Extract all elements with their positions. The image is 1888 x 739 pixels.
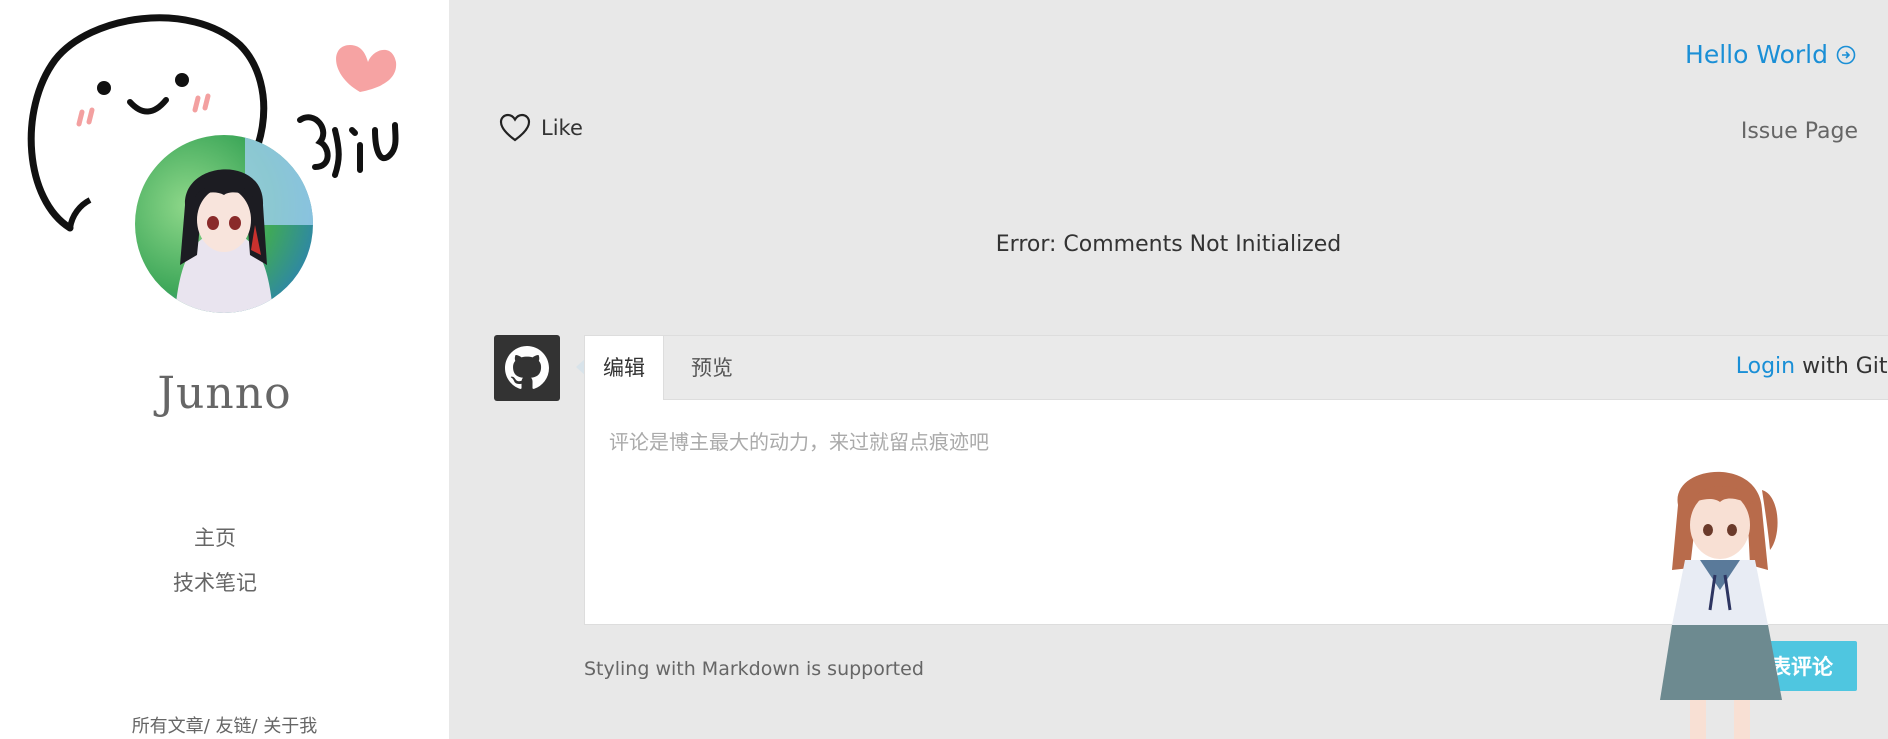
nav-item-home[interactable]: 主页	[0, 522, 430, 552]
heart-icon	[499, 113, 531, 142]
footer-link-friends[interactable]: 友链	[216, 716, 252, 737]
github-icon	[505, 346, 549, 389]
editor-header: 编辑 预览 Login with GitHub	[585, 336, 1888, 400]
login-suffix: with GitHub	[1802, 354, 1888, 379]
avatar-image	[135, 135, 313, 313]
tab-preview[interactable]: 预览	[673, 336, 751, 400]
next-post-label: Hello World	[1685, 40, 1828, 69]
site-title[interactable]: Junno	[0, 368, 449, 419]
footer-separator: /	[251, 716, 258, 737]
login-link[interactable]: Login	[1736, 354, 1795, 379]
footer-link-about[interactable]: 关于我	[263, 716, 317, 737]
arrow-circle-right-icon	[1836, 45, 1856, 64]
footer-links: 所有文章/ 友链/ 关于我	[0, 712, 449, 738]
footer-link-all-posts[interactable]: 所有文章	[132, 716, 204, 737]
sidebar: Junno 主页 技术笔记 所有文章/ 友链/ 关于我	[0, 0, 449, 739]
github-avatar	[494, 335, 560, 401]
like-button[interactable]: Like	[499, 113, 583, 143]
next-post-link[interactable]: Hello World	[1685, 40, 1856, 69]
like-label: Like	[541, 116, 583, 140]
avatar	[135, 135, 313, 313]
comments-error-message: Error: Comments Not Initialized	[995, 232, 1342, 257]
footer-separator: /	[203, 716, 210, 737]
tab-edit[interactable]: 编辑	[585, 336, 664, 400]
login-with-github: Login with GitHub	[1736, 354, 1888, 379]
mascot-character[interactable]	[1650, 450, 1790, 739]
issue-page-link[interactable]: Issue Page	[1741, 119, 1858, 144]
markdown-support-note: Styling with Markdown is supported	[584, 658, 924, 680]
nav-item-tech-notes[interactable]: 技术笔记	[0, 567, 430, 597]
